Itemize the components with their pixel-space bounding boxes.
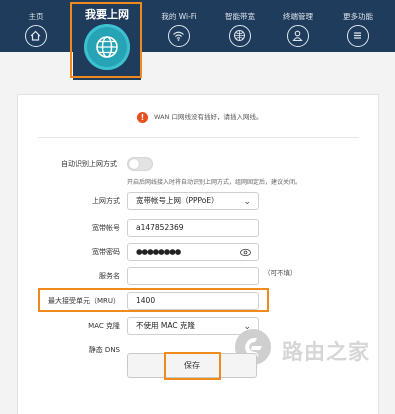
auto-detect-label: 自动识别上网方式 (61, 160, 117, 168)
password-input[interactable]: ●●●●●●●● (127, 243, 259, 261)
bandwidth-icon (229, 25, 251, 47)
nav-item-label: 智能带宽 (225, 12, 255, 21)
top-nav: 主页 我的 Wi-Fi 智能带宽 终端管理 更多功能 (0, 0, 395, 52)
service-note: （可不填） (264, 269, 297, 277)
divider (38, 137, 359, 138)
wifi-icon (168, 25, 190, 47)
save-highlight-frame (164, 352, 221, 380)
account-input[interactable]: a147852369 (127, 219, 259, 237)
warning-icon: ! (137, 111, 148, 123)
account-label: 宽带帐号 (92, 224, 120, 232)
auto-detect-toggle[interactable] (127, 157, 153, 171)
static-dns-label: 静态 DNS (88, 346, 120, 354)
toggle-knob (129, 159, 139, 169)
service-input[interactable] (127, 267, 259, 285)
nav-item-wifi[interactable]: 我的 Wi-Fi (149, 0, 209, 52)
password-label: 宽带密码 (92, 248, 120, 256)
nav-item-home[interactable]: 主页 (6, 0, 66, 52)
auto-detect-hint: 开启后网线接入时将自动识别上网方式，组网固定后，建议关闭。 (127, 179, 302, 186)
watermark-text: 路由之家 (282, 340, 370, 364)
chevron-down-icon: ⌄ (243, 197, 251, 207)
nav-item-label: 更多功能 (343, 12, 373, 21)
mac-clone-value: 不使用 MAC 克隆 (136, 321, 195, 330)
nav-item-more[interactable]: 更多功能 (328, 0, 388, 52)
nav-item-label: 主页 (28, 12, 44, 21)
mac-clone-label: MAC 克隆 (88, 322, 120, 330)
menu-icon (347, 25, 369, 47)
nav-item-label: 终端管理 (283, 12, 313, 21)
eye-icon[interactable] (240, 247, 251, 263)
warning-text: WAN 口网线没有插好，请插入网线。 (154, 113, 263, 121)
nav-item-label: 我的 Wi-Fi (161, 12, 197, 21)
nav-item-devices[interactable]: 终端管理 (268, 0, 328, 52)
mru-highlight-frame (38, 288, 269, 312)
wan-type-select[interactable]: 宽带帐号上网（PPPoE） ⌄ (127, 192, 259, 210)
home-icon (25, 25, 47, 47)
service-label: 服务名 (99, 272, 120, 280)
password-value: ●●●●●●●● (136, 247, 181, 256)
wan-warning: ! WAN 口网线没有插好，请插入网线。 (137, 111, 262, 123)
wan-type-label: 上网方式 (92, 197, 120, 205)
wan-type-value: 宽带帐号上网（PPPoE） (136, 196, 219, 205)
tab-highlight-frame (70, 2, 142, 78)
nav-item-bandwidth[interactable]: 智能带宽 (210, 0, 270, 52)
user-icon (287, 25, 309, 47)
